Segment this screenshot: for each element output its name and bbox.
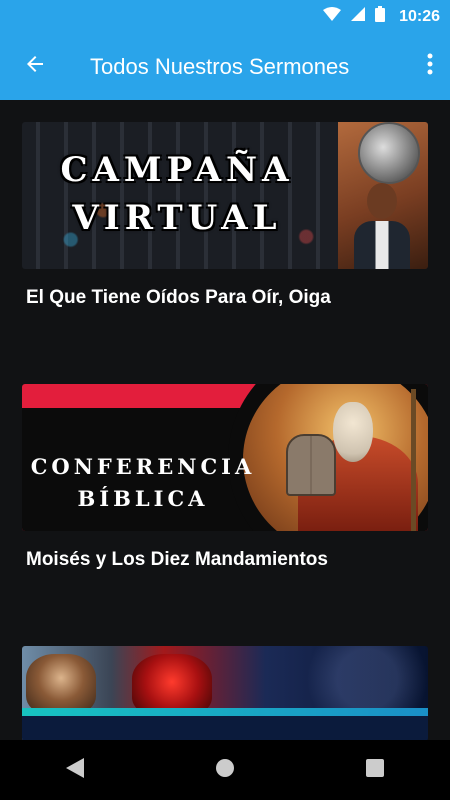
staff [411,389,416,531]
status-bar: 10:26 [0,0,450,33]
nav-back-icon [66,757,84,783]
sermon-card[interactable]: CONFERENCIA BÍBLICA Moisés y Los Diez Ma… [22,384,428,571]
back-arrow-icon [23,52,47,81]
sermon-banner-image[interactable] [22,646,428,740]
devil-figure [132,654,212,716]
speaker-photo [354,183,410,269]
signal-icon [351,7,366,26]
banner-text-line2: BÍBLICA [77,486,209,511]
stone-tablets [286,434,336,496]
banner-decoration [22,716,428,740]
nav-home-button[interactable] [195,740,255,800]
sermon-title[interactable]: El Que Tiene Oídos Para Oír, Oiga [26,287,428,309]
microphone-graphic [358,122,420,184]
sermon-banner-image[interactable]: CAMPAÑA VIRTUAL [22,122,428,269]
nav-home-icon [215,758,235,783]
page-title: Todos Nuestros Sermones [90,53,350,79]
overflow-menu-button[interactable] [410,33,450,100]
more-vert-icon [427,52,433,81]
sermon-title[interactable]: Moisés y Los Diez Mandamientos [26,549,428,571]
nav-recents-icon [366,758,384,782]
jesus-figure [26,654,96,714]
battery-icon [375,6,386,27]
banner-decoration [22,708,428,716]
back-button[interactable] [0,33,70,100]
wifi-icon [323,7,342,26]
banner-text-line1: CONFERENCIA [30,454,256,479]
sermon-card[interactable] [22,646,428,740]
status-time: 10:26 [399,7,440,25]
sermon-list[interactable]: CAMPAÑA VIRTUAL El Que Tiene Oídos Para … [0,100,450,740]
sermon-banner-image[interactable]: CONFERENCIA BÍBLICA [22,384,428,531]
banner-text-line2: VIRTUAL [72,198,282,238]
app-toolbar: Todos Nuestros Sermones [0,33,450,100]
banner-text-line1: CAMPAÑA [60,150,294,190]
system-nav-bar [0,740,450,800]
moses-head [333,402,373,462]
nav-recents-button[interactable] [345,740,405,800]
sermon-card[interactable]: CAMPAÑA VIRTUAL El Que Tiene Oídos Para … [22,122,428,309]
nav-back-button[interactable] [45,740,105,800]
